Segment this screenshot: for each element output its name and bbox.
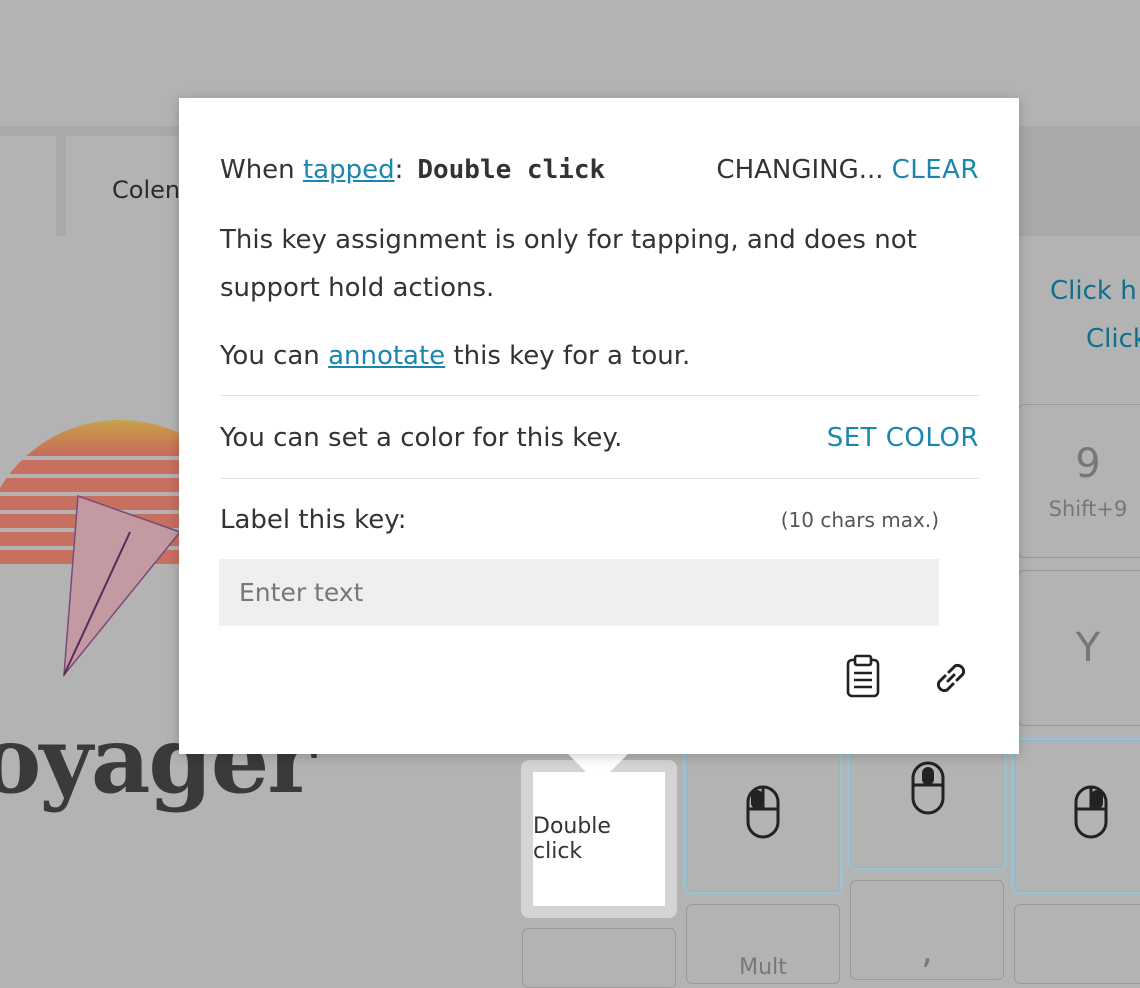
key-9[interactable]: 9 Shift+9 xyxy=(1018,404,1140,558)
colon: : xyxy=(394,155,404,185)
annotate-row: You can annotate this key for a tour. xyxy=(220,336,979,376)
selected-key-label: Double click xyxy=(533,772,665,906)
divider xyxy=(220,395,979,396)
divider xyxy=(220,478,979,479)
key-config-popup: When tapped : Double click CHANGING... C… xyxy=(179,98,1019,754)
color-text: You can set a color for this key. xyxy=(220,423,623,453)
mouse-icon xyxy=(746,785,780,839)
key-mouse-1[interactable] xyxy=(686,740,840,892)
label-heading: Label this key: xyxy=(220,505,407,535)
key-bottom-1[interactable] xyxy=(522,928,676,988)
label-limit: (10 chars max.) xyxy=(780,508,939,532)
key-sublabel: Shift+9 xyxy=(1048,497,1128,521)
toolbar-tab-label: Colen xyxy=(112,176,181,204)
key-label: Mult xyxy=(739,955,787,980)
action-row: When tapped : Double click CHANGING... C… xyxy=(220,152,979,188)
annotate-link[interactable]: annotate xyxy=(328,341,445,371)
changing-status: CHANGING... xyxy=(716,155,884,185)
annotate-prefix: You can xyxy=(220,341,329,371)
link-icon[interactable] xyxy=(929,656,973,700)
mouse-icon xyxy=(911,761,945,815)
clear-button[interactable]: CLEAR xyxy=(892,155,979,185)
key-label: , xyxy=(921,931,933,972)
color-row: You can set a color for this key. SET CO… xyxy=(220,418,979,458)
background-link-1[interactable]: Click h xyxy=(1050,276,1137,306)
key-bottom-4[interactable] xyxy=(1014,904,1140,984)
key-label-input[interactable] xyxy=(219,559,939,626)
key-comma[interactable]: , xyxy=(850,880,1004,980)
label-row: Label this key: (10 chars max.) xyxy=(220,500,939,540)
key-bottom-2[interactable]: Mult xyxy=(686,904,840,984)
background-link-2[interactable]: Click xyxy=(1086,324,1140,354)
key-mouse-3[interactable] xyxy=(1014,740,1140,892)
current-action: Double click xyxy=(417,155,606,185)
when-prefix: When xyxy=(220,155,303,185)
set-color-button[interactable]: SET COLOR xyxy=(827,423,979,453)
key-label: Y xyxy=(1075,625,1101,671)
key-y[interactable]: Y xyxy=(1018,570,1140,726)
tap-only-note: This key assignment is only for tapping,… xyxy=(220,225,917,303)
toolbar-tab-left[interactable] xyxy=(0,136,56,236)
key-mouse-2[interactable] xyxy=(850,740,1004,868)
clipboard-icon[interactable] xyxy=(841,654,885,698)
tapped-link[interactable]: tapped xyxy=(303,155,395,185)
mouse-icon xyxy=(1074,785,1108,839)
popup-pointer xyxy=(566,752,630,784)
key-label: 9 xyxy=(1075,441,1101,487)
annotate-suffix: this key for a tour. xyxy=(445,341,691,371)
